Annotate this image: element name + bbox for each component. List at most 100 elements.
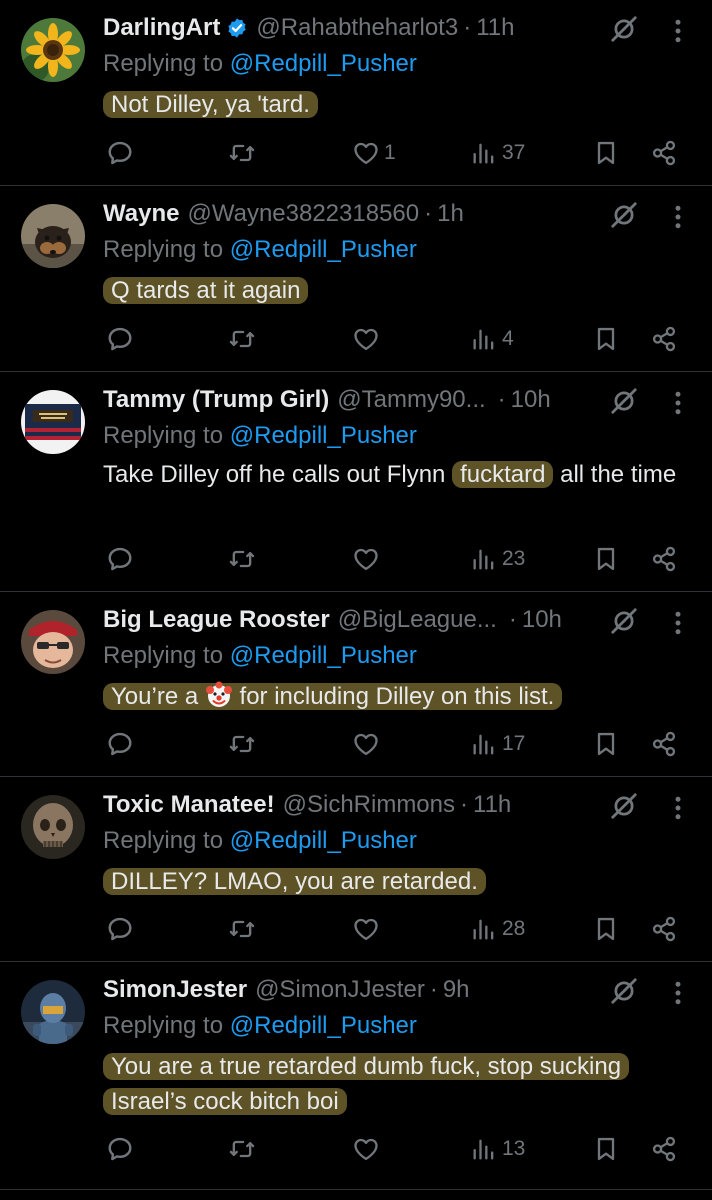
display-name[interactable]: DarlingArt [103,14,220,42]
action-bar: 23 [0,542,712,576]
display-name[interactable]: Wayne [103,200,179,228]
more-vertical-icon[interactable] [668,978,688,1008]
highlighted-text: You’re a for including Dilley on this li… [103,681,563,710]
more-vertical-icon[interactable] [668,793,688,823]
share-button[interactable] [650,322,678,356]
grok-icon[interactable] [609,791,639,821]
bookmark-button[interactable] [592,1132,620,1166]
views-button[interactable]: 23 [470,542,525,576]
replying-label: Replying to [103,827,224,854]
avatar[interactable] [21,795,85,859]
repost-button[interactable] [228,912,256,946]
user-handle[interactable]: @Rahabtheharlot3 [256,14,458,42]
display-name[interactable]: Big League Rooster [103,606,330,634]
replying-to-handle[interactable]: @Redpill_Pusher [230,50,417,77]
bookmark-button[interactable] [592,322,620,356]
heart-icon [352,730,380,758]
reply-button[interactable] [106,136,134,170]
like-button[interactable]: 1 [352,136,396,170]
timestamp[interactable]: 10h [522,606,562,634]
display-name[interactable]: Toxic Manatee! [103,791,275,819]
grok-icon[interactable] [609,606,639,636]
like-button[interactable] [352,542,380,576]
tweet-header: Tammy (Trump Girl) @Tammy90... · 10h [103,384,551,416]
views-button[interactable]: 13 [470,1132,525,1166]
share-button[interactable] [650,542,678,576]
highlighted-text: Q tards at it again [103,277,309,304]
tweet-header: Wayne @Wayne3822318560 · 1h [103,198,464,230]
more-vertical-icon[interactable] [668,388,688,418]
avatar[interactable] [21,980,85,1044]
tweet-item[interactable]: Big League Rooster @BigLeague... · 10h R… [0,592,712,777]
views-button[interactable]: 37 [470,136,525,170]
reply-button[interactable] [106,727,134,761]
grok-icon[interactable] [609,976,639,1006]
user-handle[interactable]: @SimonJJester [255,976,425,1004]
views-button[interactable]: 28 [470,912,525,946]
avatar[interactable] [21,610,85,674]
repost-button[interactable] [228,322,256,356]
user-handle[interactable]: @BigLeague... [338,606,497,634]
share-button[interactable] [650,727,678,761]
timestamp[interactable]: 9h [443,976,470,1004]
text-segment: Take Dilley off he calls out Flynn [103,461,446,488]
more-vertical-icon[interactable] [668,608,688,638]
more-vertical-icon[interactable] [668,16,688,46]
bookmark-button[interactable] [592,136,620,170]
repost-button[interactable] [228,542,256,576]
timestamp[interactable]: 1h [437,200,464,228]
timestamp[interactable]: 10h [511,386,551,414]
user-handle[interactable]: @Wayne3822318560 [187,200,419,228]
replying-label: Replying to [103,1012,224,1039]
avatar[interactable] [21,18,85,82]
action-bar: 4 [0,322,712,356]
repost-button[interactable] [228,136,256,170]
replying-to-handle[interactable]: @Redpill_Pusher [230,642,417,669]
grok-icon[interactable] [609,386,639,416]
grok-icon[interactable] [609,14,639,44]
replying-to-handle[interactable]: @Redpill_Pusher [230,1012,417,1039]
reply-button[interactable] [106,912,134,946]
more-vertical-icon[interactable] [668,202,688,232]
tweet-item[interactable]: Toxic Manatee! @SichRimmons · 11h Replyi… [0,777,712,962]
tweet-item[interactable]: SimonJester @SimonJJester · 9h Replying … [0,962,712,1190]
like-button[interactable] [352,1132,380,1166]
repost-button[interactable] [228,1132,256,1166]
avatar[interactable] [21,390,85,454]
tweet-header: Big League Rooster @BigLeague... · 10h [103,604,562,636]
share-button[interactable] [650,136,678,170]
display-name[interactable]: SimonJester [103,976,247,1004]
replying-to-handle[interactable]: @Redpill_Pusher [230,827,417,854]
tweet-item[interactable]: Wayne @Wayne3822318560 · 1h Replying to … [0,186,712,372]
text-segment: for including Dilley on this list. [239,683,555,710]
replying-to: Replying to @Redpill_Pusher [103,1012,417,1040]
timestamp[interactable]: 11h [476,14,514,42]
user-handle[interactable]: @Tammy90... [337,386,485,414]
replying-to-handle[interactable]: @Redpill_Pusher [230,236,417,263]
repost-button[interactable] [228,727,256,761]
bookmark-button[interactable] [592,542,620,576]
share-button[interactable] [650,1132,678,1166]
share-button[interactable] [650,912,678,946]
bookmark-button[interactable] [592,912,620,946]
timestamp[interactable]: 11h [473,791,511,819]
bookmark-button[interactable] [592,727,620,761]
reply-button[interactable] [106,542,134,576]
tweet-item[interactable]: Tammy (Trump Girl) @Tammy90... · 10h Rep… [0,372,712,592]
display-name[interactable]: Tammy (Trump Girl) [103,386,329,414]
like-button[interactable] [352,727,380,761]
avatar[interactable] [21,204,85,268]
like-button[interactable] [352,322,380,356]
views-button[interactable]: 4 [470,322,514,356]
highlighted-text: fucktard [452,461,554,488]
reply-button[interactable] [106,322,134,356]
grok-icon[interactable] [609,200,639,230]
tweet-item[interactable]: DarlingArt @Rahabtheharlot3 · 11h Replyi… [0,0,712,186]
heart-icon [352,325,380,353]
replying-to-handle[interactable]: @Redpill_Pusher [230,422,417,449]
views-button[interactable]: 17 [470,727,525,761]
user-handle[interactable]: @SichRimmons [283,791,455,819]
reply-button[interactable] [106,1132,134,1166]
reply-icon [106,915,134,943]
like-button[interactable] [352,912,380,946]
